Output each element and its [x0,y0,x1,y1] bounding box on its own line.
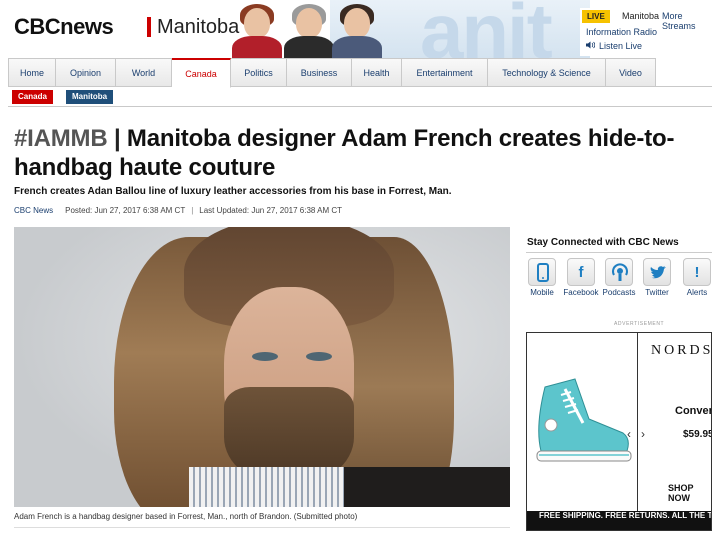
speaker-icon [586,41,595,49]
advertisement-label: ADVERTISEMENT [614,321,665,327]
nav-tab-health[interactable]: Health [352,58,402,87]
breadcrumb-canada[interactable]: Canada [12,90,53,104]
nav-tab-entertainment[interactable]: Entertainment [402,58,488,87]
facebook-icon: f [567,258,595,286]
social-alerts-label: Alerts [686,288,708,297]
nav-tab-business[interactable]: Business [287,58,352,87]
live-badge: LIVE [582,10,610,23]
caption-divider [14,527,510,528]
alert-icon: ! [683,258,711,286]
anchor-photo-1 [228,4,286,58]
header-banner-word: anit [420,0,553,58]
article-byline: CBC News Posted: Jun 27, 2017 6:38 AM CT |… [14,206,342,215]
breadcrumb-manitoba[interactable]: Manitoba [66,90,114,104]
article-photo[interactable] [14,227,510,507]
byline-source[interactable]: CBC News [14,206,53,215]
article-deck: French creates Adan Ballou line of luxur… [14,186,452,197]
mobile-icon [528,258,556,286]
ad-brand: NORDSTROM [651,343,711,358]
site-header: anit CBCnews Manitoba LIVE Manitoba More… [0,0,712,58]
podcast-icon [605,258,633,286]
cbc-news-logo[interactable]: CBCnews [14,14,114,40]
ad-divider [637,333,638,511]
nav-tab-home[interactable]: Home [8,58,56,87]
nav-tab-canada[interactable]: Canada [172,58,231,88]
headline-separator: | [113,125,121,152]
nav-tab-opinion[interactable]: Opinion [56,58,116,87]
anchor-photo-3 [328,4,386,58]
ad-shop-now-button[interactable]: SHOP NOW [668,483,711,503]
photo-caption: Adam French is a handbag designer based … [14,512,358,521]
byline-posted: Posted: Jun 27, 2017 6:38 AM CT [65,206,186,215]
information-radio-link[interactable]: Information Radio [586,27,657,37]
sneaker-image [536,378,632,462]
more-streams-link[interactable]: More Streams [662,11,712,31]
listen-live-label: Listen Live [599,41,643,51]
social-alerts[interactable]: ! Alerts [672,258,712,297]
listen-live-link[interactable]: Listen Live [586,41,642,51]
region-title[interactable]: Manitoba [147,17,239,37]
main-nav: Home Opinion World Canada Politics Busin… [8,58,712,88]
ad-product-name: Converse [675,405,712,417]
ad-price: $59.95 [683,429,712,440]
section-breadcrumb: Canada Manitoba [8,88,712,107]
nav-tab-politics[interactable]: Politics [231,58,287,87]
stay-connected-divider [526,252,712,253]
headline-tag: #IAMMB [14,125,108,152]
ad-next-arrow-icon[interactable]: › [641,427,645,441]
stay-connected-heading: Stay Connected with CBC News [527,237,679,248]
nav-tab-technology-science[interactable]: Technology & Science [488,58,606,87]
live-radio-panel: LIVE Manitoba More Streams Information R… [580,8,712,56]
article-headline: #IAMMB | Manitoba designer Adam French c… [14,124,712,182]
live-region-label: Manitoba [622,11,660,21]
byline-separator: | [191,206,194,215]
byline-updated: Last Updated: Jun 27, 2017 6:38 AM CT [199,206,343,215]
twitter-icon [643,258,671,286]
ad-prev-arrow-icon[interactable]: ‹ [627,427,631,441]
nav-tab-video[interactable]: Video [606,58,656,87]
nordstrom-ad[interactable]: ‹ › NORDSTROM Converse $59.95 SHOP NOW F… [526,332,712,531]
ad-footer-banner: FREE SHIPPING. FREE RETURNS. ALL THE TIM… [527,511,711,530]
nav-tab-world[interactable]: World [116,58,172,87]
